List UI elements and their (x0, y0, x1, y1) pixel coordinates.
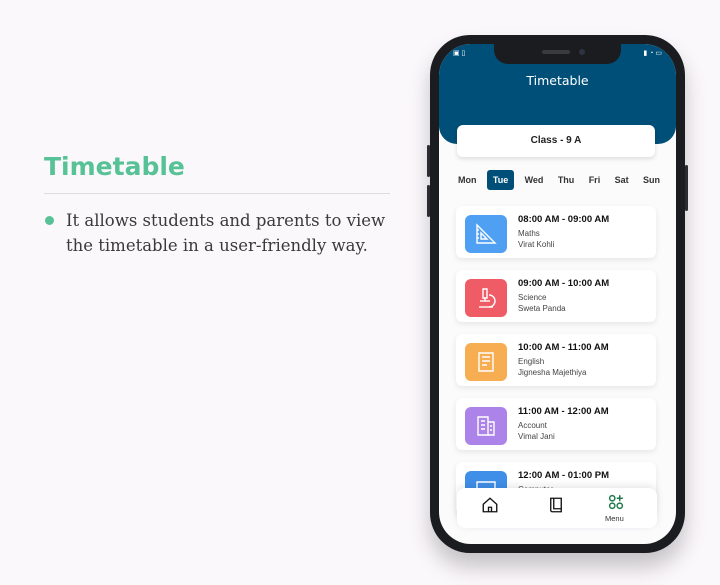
class-teacher: Virat Kohli (518, 240, 555, 249)
ledger-icon (477, 416, 495, 436)
day-tabs: Mon Tue Wed Thu Fri Sat Sun (454, 170, 664, 190)
bottom-nav: Menu (457, 488, 657, 528)
phone-frame: ▣ ▯ ▮ ◔ ▭ Timetable Class - 9 A Mon Tue … (427, 35, 688, 553)
class-time: 08:00 AM - 09:00 AM (518, 214, 610, 225)
menu-label: Menu (605, 514, 624, 523)
schedule-item-account[interactable]: 11:00 AM - 12:00 AM Account Vimal Jani (456, 398, 656, 450)
schedule-item-science[interactable]: 09:00 AM - 10:00 AM Science Sweta Panda (456, 270, 656, 322)
nav-menu[interactable] (607, 493, 625, 516)
notch (494, 44, 621, 64)
class-selector[interactable]: Class - 9 A (457, 125, 655, 157)
heading-divider (44, 193, 390, 194)
class-subject: Maths (518, 229, 540, 238)
volume-up-button (427, 145, 430, 177)
class-time: 12:00 AM - 01:00 PM (518, 470, 609, 481)
tab-fri[interactable]: Fri (585, 171, 605, 189)
volume-down-button (427, 185, 430, 217)
subject-icon-box (465, 343, 507, 381)
nav-home[interactable] (481, 496, 499, 519)
book-icon (550, 497, 562, 513)
class-subject: English (518, 357, 545, 366)
schedule-item-maths[interactable]: 08:00 AM - 09:00 AM Maths Virat Kohli (456, 206, 656, 258)
schedule-item-english[interactable]: 10:00 AM - 11:00 AM English Jignesha Maj… (456, 334, 656, 386)
ruler-icon (476, 223, 497, 244)
class-subject: Account (518, 421, 547, 430)
tab-wed[interactable]: Wed (521, 171, 548, 189)
status-left: ▣ ▯ (453, 50, 466, 57)
subject-icon-box (465, 407, 507, 445)
camera (579, 49, 585, 55)
class-teacher: Vimal Jani (518, 432, 555, 441)
tab-mon[interactable]: Mon (454, 171, 481, 189)
speaker (542, 50, 570, 54)
subject-icon-box (465, 279, 507, 317)
tab-tue[interactable]: Tue (486, 170, 515, 190)
class-subject: Science (518, 293, 547, 302)
tab-sat[interactable]: Sat (611, 171, 633, 189)
info-heading: Timetable (44, 152, 185, 181)
home-icon (482, 497, 498, 513)
tab-thu[interactable]: Thu (554, 171, 579, 189)
class-time: 09:00 AM - 10:00 AM (518, 278, 610, 289)
bullet-dot (45, 216, 54, 225)
phone-screen: ▣ ▯ ▮ ◔ ▭ Timetable Class - 9 A Mon Tue … (439, 44, 676, 544)
tab-sun[interactable]: Sun (639, 171, 664, 189)
class-time: 10:00 AM - 11:00 AM (518, 342, 609, 353)
bullet-text: It allows students and parents to view t… (66, 211, 386, 255)
book-icon (478, 352, 494, 372)
class-teacher: Jignesha Majethiya (518, 368, 587, 377)
class-teacher: Sweta Panda (518, 304, 566, 313)
subject-icon-box (465, 215, 507, 253)
status-right: ▮ ◔ ▭ (643, 50, 662, 57)
app-title: Timetable (526, 73, 589, 88)
menu-grid-icon (608, 494, 624, 510)
microscope-icon (479, 288, 496, 308)
power-button (685, 165, 688, 211)
class-time: 11:00 AM - 12:00 AM (518, 406, 609, 417)
nav-book[interactable] (547, 496, 565, 519)
